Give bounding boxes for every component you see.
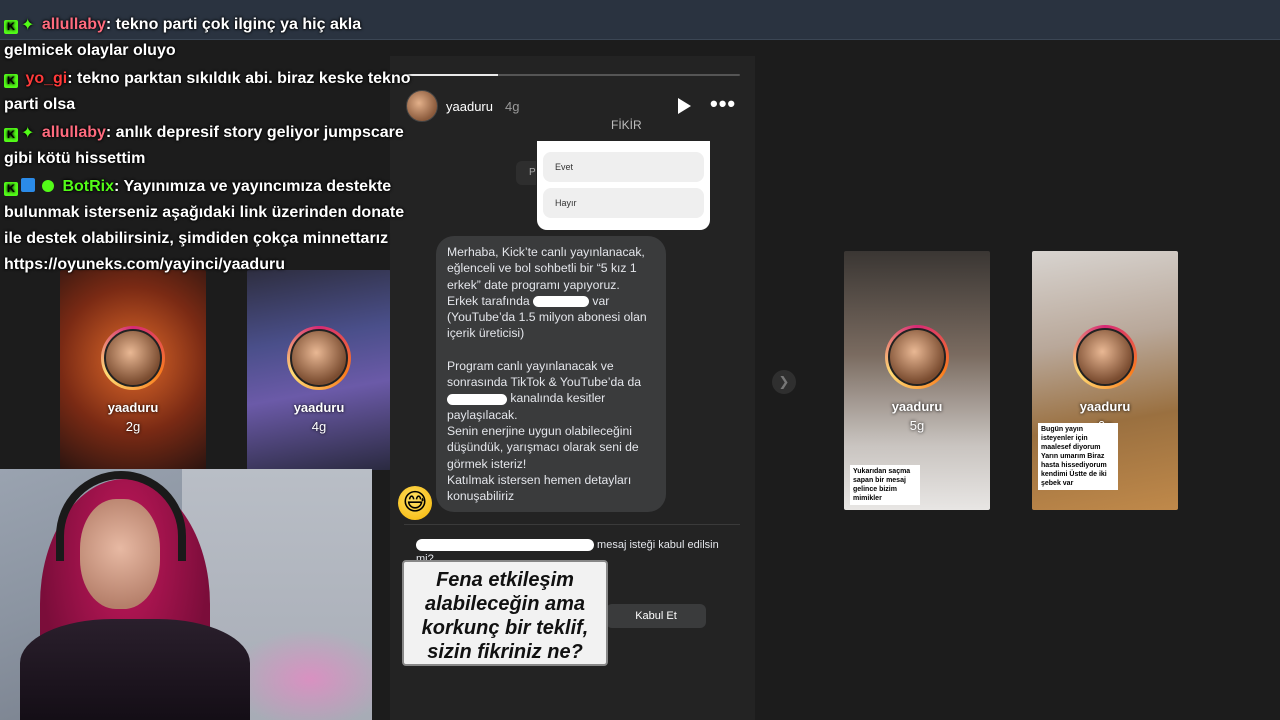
tile-username: yaaduru — [293, 400, 345, 415]
story-sticker-text: Yukarıdan saçma sapan bir mesaj gelince … — [850, 465, 920, 505]
chat-username[interactable]: allullaby — [42, 124, 106, 141]
poll-title: FİKİR — [611, 118, 642, 132]
poll-peek-letter: P — [516, 161, 536, 185]
poll-option-hayir[interactable]: Hayır — [543, 188, 704, 218]
chat-message: K ✦ allullaby: anlık depresif story geliy… — [4, 120, 424, 172]
tile-age: 4g — [311, 419, 327, 434]
chat-username[interactable]: BotRix — [62, 178, 114, 195]
chat-username[interactable]: yo_gi — [25, 70, 67, 87]
chat-message: K BotRix: Yayınımıza ve yayıncımıza dest… — [4, 174, 424, 278]
diamond-badge-icon: ✦ — [21, 125, 35, 142]
kick-badge-icon: K — [4, 74, 18, 88]
next-story-arrow-icon[interactable]: ❯ — [772, 370, 796, 394]
avatar-ring-icon — [287, 326, 351, 390]
story-username[interactable]: yaaduru — [446, 99, 493, 114]
stream-scene: yaaduru 2g yaaduru 4g yaaduru 5g Yukarıd… — [0, 0, 1280, 720]
tile-username: yaaduru — [107, 400, 159, 415]
webcam-overlay — [0, 469, 372, 720]
story-time: 4g — [504, 98, 520, 114]
chat-username[interactable]: allullaby — [42, 16, 106, 33]
tile-username: yaaduru — [1079, 399, 1131, 414]
kick-badge-icon: K — [4, 20, 18, 34]
poll-card: Evet Hayır — [537, 141, 710, 230]
avatar-ring-icon — [885, 325, 949, 389]
tile-username: yaaduru — [891, 399, 943, 414]
avatar-ring-icon — [101, 326, 165, 390]
redacted-sender — [416, 539, 594, 552]
headset-icon — [56, 471, 186, 561]
bot-badge-icon — [21, 178, 35, 192]
avatar-ring-icon — [1073, 325, 1137, 389]
story-tile-4g[interactable]: yaaduru 4g — [247, 270, 391, 470]
dm-erkek-line: Erkek tarafında var (YouTube’da 1.5 mily… — [447, 293, 655, 342]
poll-option-evet[interactable]: Evet — [543, 152, 704, 182]
verified-badge-icon — [42, 180, 54, 192]
redacted-name — [533, 296, 590, 308]
story-tile-2g[interactable]: yaaduru 2g — [60, 270, 206, 470]
dm-paragraph-1: Merhaba, Kick’te canlı yayınlanacak, eğl… — [447, 245, 645, 292]
chat-message: K ✦ allullaby: tekno parti çok ilginç ya … — [4, 12, 424, 64]
kick-badge-icon: K — [4, 128, 18, 142]
tile-age: 2g — [125, 419, 141, 434]
story-progress-bar — [404, 74, 740, 76]
dm-kanal-line: kanalında kesitler paylaşılacak. — [447, 390, 655, 423]
dm-erkek-prefix: Erkek tarafında — [447, 293, 530, 308]
redacted-channel — [447, 393, 507, 405]
divider — [404, 524, 740, 525]
dm-tail: Senin enerjine uygun olabileceğini düşün… — [447, 423, 639, 504]
diamond-badge-icon: ✦ — [21, 17, 35, 34]
sweat-smile-emoji-icon: 😅 — [398, 486, 432, 520]
kick-badge-icon: K — [4, 182, 18, 196]
play-icon[interactable] — [678, 98, 691, 114]
dm-paragraph-2: Program canlı yayınlanacak ve sonrasında… — [447, 358, 642, 390]
story-tile-5g[interactable]: yaaduru 5g Yukarıdan saçma sapan bir mes… — [844, 251, 990, 510]
dm-message-bubble: Merhaba, Kick’te canlı yayınlanacak, eğl… — [436, 236, 666, 512]
chat-overlay: K ✦ allullaby: tekno parti çok ilginç ya … — [4, 0, 424, 280]
chat-message: K yo_gi: tekno parktan sıkıldık abi. bir… — [4, 66, 424, 118]
accept-button[interactable]: Kabul Et — [606, 604, 706, 628]
story-tile-6g[interactable]: yaaduru 6g Bugün yayın isteyenler için m… — [1032, 251, 1178, 510]
caption-overlay: Fena etkileşim alabileceğin ama korkunç … — [402, 560, 608, 666]
more-options-icon[interactable]: ••• — [710, 93, 736, 115]
tile-age: 5g — [909, 418, 925, 433]
story-sticker-text: Bugün yayın isteyenler için maalesef diy… — [1038, 423, 1118, 490]
